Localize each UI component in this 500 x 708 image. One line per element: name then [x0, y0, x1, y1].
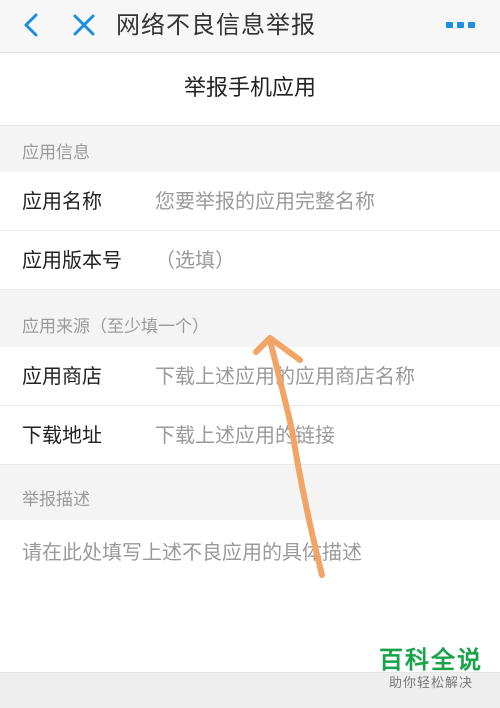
app-version-input[interactable]: （选填）	[155, 231, 235, 289]
app-name-input[interactable]: 您要举报的应用完整名称	[155, 172, 375, 230]
download-url-label: 下载地址	[22, 423, 102, 447]
app-store-field[interactable]: 应用商店 下载上述应用的应用商店名称	[0, 347, 500, 406]
section-app-source: 应用来源（至少填一个）	[22, 317, 209, 337]
section-report-desc: 举报描述	[22, 490, 90, 510]
section-app-info: 应用信息	[22, 143, 90, 163]
app-version-field[interactable]: 应用版本号 （选填）	[0, 231, 500, 290]
app-name-label: 应用名称	[22, 189, 102, 213]
form-title: 举报手机应用	[0, 53, 500, 126]
download-url-input[interactable]: 下载上述应用的链接	[155, 406, 335, 464]
download-url-field[interactable]: 下载地址 下载上述应用的链接	[0, 406, 500, 465]
chevron-left-icon[interactable]	[18, 10, 46, 40]
watermark-logo: 百科全说 助你轻松解决	[370, 645, 492, 705]
app-version-label: 应用版本号	[22, 248, 122, 272]
app-store-label: 应用商店	[22, 364, 102, 388]
close-icon[interactable]	[70, 10, 98, 40]
app-store-input[interactable]: 下载上述应用的应用商店名称	[155, 347, 415, 405]
description-placeholder: 请在此处填写上述不良应用的具体描述	[22, 540, 362, 564]
nav-bar: 网络不良信息举报	[0, 0, 500, 53]
app-name-field[interactable]: 应用名称 您要举报的应用完整名称	[0, 172, 500, 231]
watermark-slogan: 助你轻松解决	[388, 676, 473, 691]
watermark-brand: 百科全说	[379, 646, 483, 674]
page-title: 网络不良信息举报	[116, 11, 316, 39]
more-dots-icon[interactable]	[444, 14, 478, 36]
